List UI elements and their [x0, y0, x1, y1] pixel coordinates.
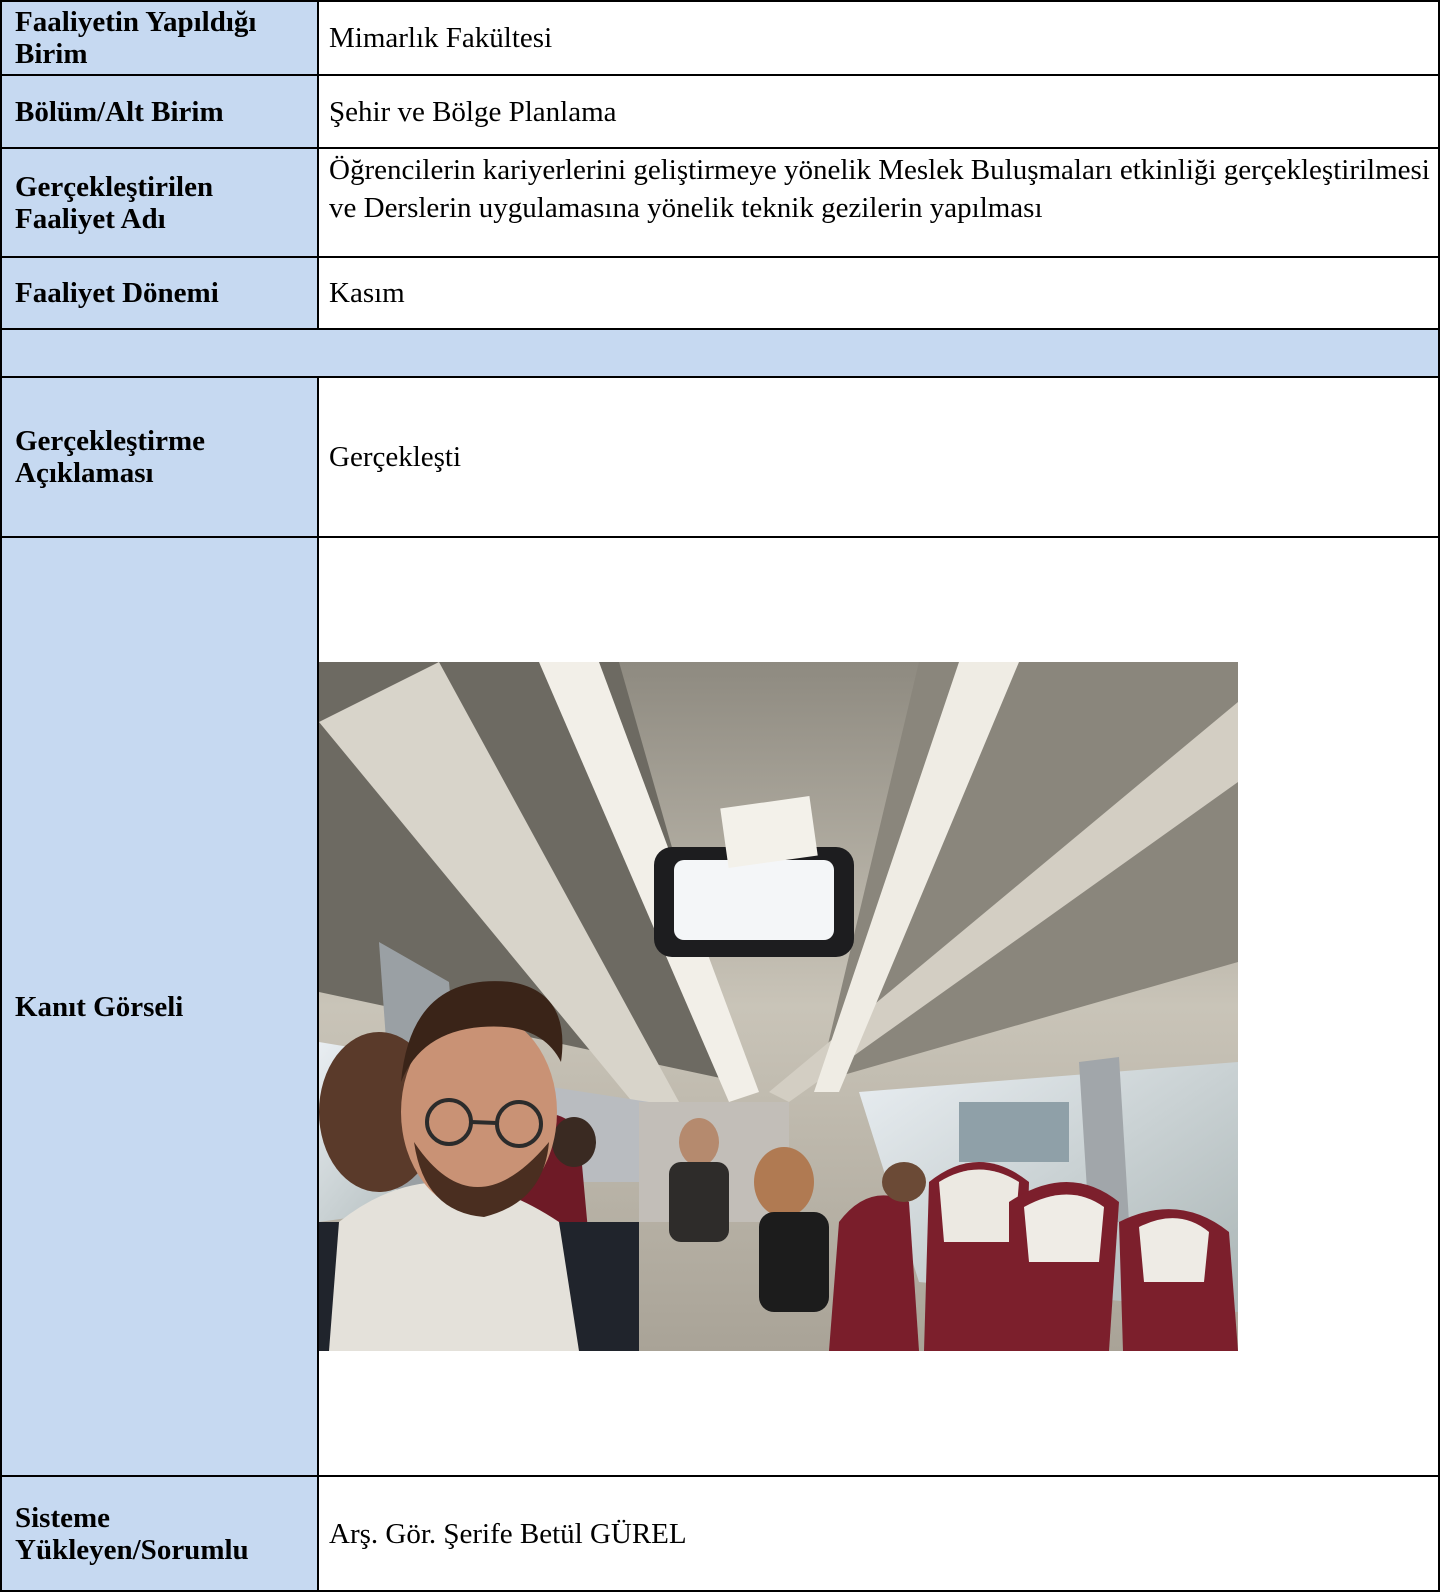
label-department: Bölüm/Alt Birim: [0, 74, 319, 149]
activity-report-table: Faaliyetin Yapıldığı Birim Mimarlık Fakü…: [0, 0, 1440, 1592]
evidence-photo: [319, 662, 1238, 1351]
label-unit: Faaliyetin Yapıldığı Birim: [0, 0, 319, 76]
label-evidence: Kanıt Görseli: [0, 536, 319, 1477]
value-activity-name: Öğrencilerin kariyerlerini geliştirmeye …: [317, 147, 1440, 258]
row-evidence: Kanıt Görseli: [0, 536, 1440, 1477]
evidence-image-cell: [317, 536, 1440, 1477]
value-department: Şehir ve Bölge Planlama: [317, 74, 1440, 149]
row-department: Bölüm/Alt Birim Şehir ve Bölge Planlama: [0, 74, 1440, 149]
row-activity-name: Gerçekleştirilen Faaliyet Adı Öğrenciler…: [0, 147, 1440, 258]
label-activity-name: Gerçekleştirilen Faaliyet Adı: [0, 147, 319, 258]
row-uploader: Sisteme Yükleyen/Sorumlu Arş. Gör. Şerif…: [0, 1475, 1440, 1592]
label-period: Faaliyet Dönemi: [0, 256, 319, 330]
row-period: Faaliyet Dönemi Kasım: [0, 256, 1440, 330]
value-period: Kasım: [317, 256, 1440, 330]
row-separator: [0, 328, 1440, 378]
label-uploader: Sisteme Yükleyen/Sorumlu: [0, 1475, 319, 1592]
label-realization: Gerçekleştirme Açıklaması: [0, 376, 319, 538]
separator-band: [0, 328, 1440, 378]
value-realization: Gerçekleşti: [317, 376, 1440, 538]
value-unit: Mimarlık Fakültesi: [317, 0, 1440, 76]
value-uploader: Arş. Gör. Şerife Betül GÜREL: [317, 1475, 1440, 1592]
row-unit: Faaliyetin Yapıldığı Birim Mimarlık Fakü…: [0, 0, 1440, 76]
row-realization: Gerçekleştirme Açıklaması Gerçekleşti: [0, 376, 1440, 538]
